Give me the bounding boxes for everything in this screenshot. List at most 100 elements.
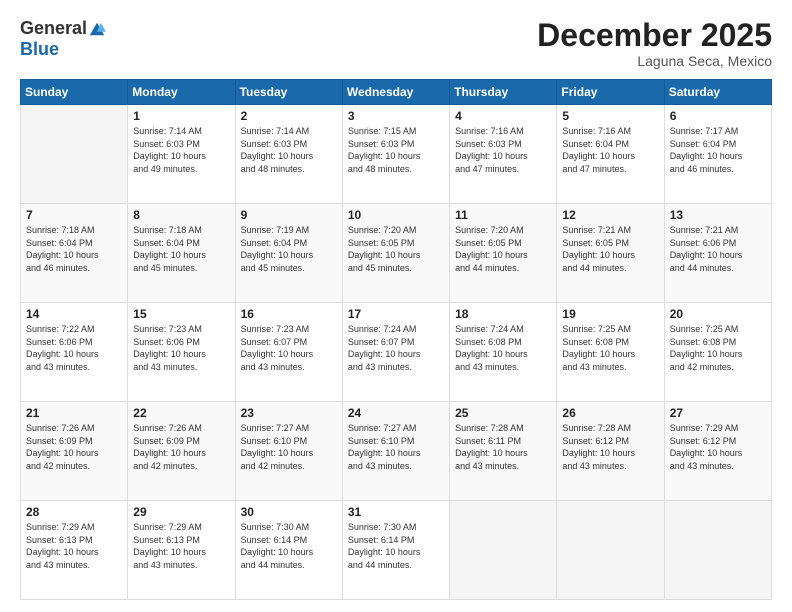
calendar-cell: 14 Sunrise: 7:22 AM Sunset: 6:06 PM Dayli… (21, 303, 128, 402)
header: General Blue December 2025 Laguna Seca, … (20, 18, 772, 69)
day-number: 5 (562, 109, 658, 123)
day-header-sunday: Sunday (21, 80, 128, 105)
cell-info: Sunrise: 7:27 AM Sunset: 6:10 PM Dayligh… (348, 422, 444, 472)
calendar-cell: 15 Sunrise: 7:23 AM Sunset: 6:06 PM Dayli… (128, 303, 235, 402)
calendar: SundayMondayTuesdayWednesdayThursdayFrid… (20, 79, 772, 600)
cell-info: Sunrise: 7:30 AM Sunset: 6:14 PM Dayligh… (241, 521, 337, 571)
day-number: 28 (26, 505, 122, 519)
cell-info: Sunrise: 7:29 AM Sunset: 6:12 PM Dayligh… (670, 422, 766, 472)
cell-info: Sunrise: 7:17 AM Sunset: 6:04 PM Dayligh… (670, 125, 766, 175)
day-number: 15 (133, 307, 229, 321)
cell-info: Sunrise: 7:29 AM Sunset: 6:13 PM Dayligh… (133, 521, 229, 571)
day-header-saturday: Saturday (664, 80, 771, 105)
cell-info: Sunrise: 7:26 AM Sunset: 6:09 PM Dayligh… (26, 422, 122, 472)
calendar-cell: 9Sunrise: 7:19 AM Sunset: 6:04 PM Daylig… (235, 204, 342, 303)
day-number: 2 (241, 109, 337, 123)
calendar-cell: 2 Sunrise: 7:14 AM Sunset: 6:03 PM Daylig… (235, 105, 342, 204)
calendar-cell: 26Sunrise: 7:28 AM Sunset: 6:12 PM Dayli… (557, 402, 664, 501)
day-number: 16 (241, 307, 337, 321)
calendar-cell: 7 Sunrise: 7:18 AM Sunset: 6:04 PM Daylig… (21, 204, 128, 303)
calendar-cell: 17 Sunrise: 7:24 AM Sunset: 6:07 PM Dayli… (342, 303, 449, 402)
month-title: December 2025 (537, 18, 772, 53)
day-number: 17 (348, 307, 444, 321)
calendar-cell: 30 Sunrise: 7:30 AM Sunset: 6:14 PM Dayli… (235, 501, 342, 600)
cell-info: Sunrise: 7:30 AM Sunset: 6:14 PM Dayligh… (348, 521, 444, 571)
calendar-cell: 20Sunrise: 7:25 AM Sunset: 6:08 PM Dayli… (664, 303, 771, 402)
calendar-cell: 18Sunrise: 7:24 AM Sunset: 6:08 PM Dayli… (450, 303, 557, 402)
cell-info: Sunrise: 7:14 AM Sunset: 6:03 PM Dayligh… (241, 125, 337, 175)
calendar-cell (450, 501, 557, 600)
calendar-cell: 11Sunrise: 7:20 AM Sunset: 6:05 PM Dayli… (450, 204, 557, 303)
cell-info: Sunrise: 7:24 AM Sunset: 6:08 PM Dayligh… (455, 323, 551, 373)
cell-info: Sunrise: 7:22 AM Sunset: 6:06 PM Dayligh… (26, 323, 122, 373)
day-number: 30 (241, 505, 337, 519)
calendar-cell: 4 Sunrise: 7:16 AM Sunset: 6:03 PM Daylig… (450, 105, 557, 204)
day-number: 23 (241, 406, 337, 420)
calendar-cell: 8 Sunrise: 7:18 AM Sunset: 6:04 PM Daylig… (128, 204, 235, 303)
week-row-1: 1 Sunrise: 7:14 AM Sunset: 6:03 PM Daylig… (21, 105, 772, 204)
calendar-cell: 31 Sunrise: 7:30 AM Sunset: 6:14 PM Dayli… (342, 501, 449, 600)
cell-info: Sunrise: 7:18 AM Sunset: 6:04 PM Dayligh… (26, 224, 122, 274)
day-number: 3 (348, 109, 444, 123)
calendar-cell: 27Sunrise: 7:29 AM Sunset: 6:12 PM Dayli… (664, 402, 771, 501)
day-number: 10 (348, 208, 444, 222)
calendar-cell: 21Sunrise: 7:26 AM Sunset: 6:09 PM Dayli… (21, 402, 128, 501)
calendar-cell: 28 Sunrise: 7:29 AM Sunset: 6:13 PM Dayli… (21, 501, 128, 600)
day-number: 12 (562, 208, 658, 222)
cell-info: Sunrise: 7:21 AM Sunset: 6:05 PM Dayligh… (562, 224, 658, 274)
calendar-cell: 29 Sunrise: 7:29 AM Sunset: 6:13 PM Dayli… (128, 501, 235, 600)
calendar-cell: 23 Sunrise: 7:27 AM Sunset: 6:10 PM Dayli… (235, 402, 342, 501)
day-number: 31 (348, 505, 444, 519)
cell-info: Sunrise: 7:23 AM Sunset: 6:07 PM Dayligh… (241, 323, 337, 373)
day-header-friday: Friday (557, 80, 664, 105)
cell-info: Sunrise: 7:23 AM Sunset: 6:06 PM Dayligh… (133, 323, 229, 373)
title-block: December 2025 Laguna Seca, Mexico (537, 18, 772, 69)
day-number: 14 (26, 307, 122, 321)
cell-info: Sunrise: 7:21 AM Sunset: 6:06 PM Dayligh… (670, 224, 766, 274)
day-number: 4 (455, 109, 551, 123)
week-row-5: 28 Sunrise: 7:29 AM Sunset: 6:13 PM Dayli… (21, 501, 772, 600)
calendar-cell: 12 Sunrise: 7:21 AM Sunset: 6:05 PM Dayli… (557, 204, 664, 303)
week-row-4: 21Sunrise: 7:26 AM Sunset: 6:09 PM Dayli… (21, 402, 772, 501)
calendar-header-row: SundayMondayTuesdayWednesdayThursdayFrid… (21, 80, 772, 105)
day-header-thursday: Thursday (450, 80, 557, 105)
week-row-2: 7 Sunrise: 7:18 AM Sunset: 6:04 PM Daylig… (21, 204, 772, 303)
day-number: 20 (670, 307, 766, 321)
week-row-3: 14 Sunrise: 7:22 AM Sunset: 6:06 PM Dayli… (21, 303, 772, 402)
calendar-cell: 1 Sunrise: 7:14 AM Sunset: 6:03 PM Daylig… (128, 105, 235, 204)
cell-info: Sunrise: 7:16 AM Sunset: 6:03 PM Dayligh… (455, 125, 551, 175)
calendar-cell (21, 105, 128, 204)
day-number: 6 (670, 109, 766, 123)
cell-info: Sunrise: 7:19 AM Sunset: 6:04 PM Dayligh… (241, 224, 337, 274)
calendar-cell: 22Sunrise: 7:26 AM Sunset: 6:09 PM Dayli… (128, 402, 235, 501)
day-header-tuesday: Tuesday (235, 80, 342, 105)
calendar-cell (557, 501, 664, 600)
cell-info: Sunrise: 7:14 AM Sunset: 6:03 PM Dayligh… (133, 125, 229, 175)
calendar-cell: 24Sunrise: 7:27 AM Sunset: 6:10 PM Dayli… (342, 402, 449, 501)
calendar-cell: 13 Sunrise: 7:21 AM Sunset: 6:06 PM Dayli… (664, 204, 771, 303)
day-header-wednesday: Wednesday (342, 80, 449, 105)
cell-info: Sunrise: 7:20 AM Sunset: 6:05 PM Dayligh… (348, 224, 444, 274)
page: General Blue December 2025 Laguna Seca, … (0, 0, 792, 612)
cell-info: Sunrise: 7:25 AM Sunset: 6:08 PM Dayligh… (562, 323, 658, 373)
calendar-cell (664, 501, 771, 600)
day-number: 13 (670, 208, 766, 222)
cell-info: Sunrise: 7:28 AM Sunset: 6:11 PM Dayligh… (455, 422, 551, 472)
logo: General Blue (20, 18, 106, 60)
cell-info: Sunrise: 7:27 AM Sunset: 6:10 PM Dayligh… (241, 422, 337, 472)
cell-info: Sunrise: 7:24 AM Sunset: 6:07 PM Dayligh… (348, 323, 444, 373)
cell-info: Sunrise: 7:20 AM Sunset: 6:05 PM Dayligh… (455, 224, 551, 274)
calendar-cell: 5Sunrise: 7:16 AM Sunset: 6:04 PM Daylig… (557, 105, 664, 204)
cell-info: Sunrise: 7:18 AM Sunset: 6:04 PM Dayligh… (133, 224, 229, 274)
cell-info: Sunrise: 7:29 AM Sunset: 6:13 PM Dayligh… (26, 521, 122, 571)
logo-icon (88, 20, 106, 38)
day-number: 1 (133, 109, 229, 123)
day-number: 7 (26, 208, 122, 222)
day-header-monday: Monday (128, 80, 235, 105)
calendar-cell: 10 Sunrise: 7:20 AM Sunset: 6:05 PM Dayli… (342, 204, 449, 303)
cell-info: Sunrise: 7:15 AM Sunset: 6:03 PM Dayligh… (348, 125, 444, 175)
day-number: 29 (133, 505, 229, 519)
day-number: 26 (562, 406, 658, 420)
day-number: 8 (133, 208, 229, 222)
calendar-cell: 19Sunrise: 7:25 AM Sunset: 6:08 PM Dayli… (557, 303, 664, 402)
